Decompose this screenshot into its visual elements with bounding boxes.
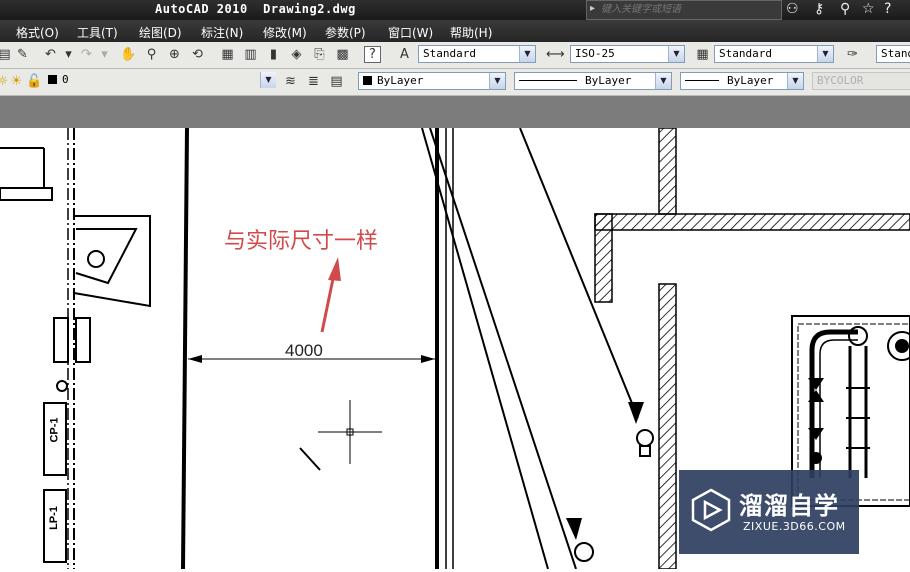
linetype-select[interactable]: ByLayer ▼ [514, 72, 672, 90]
chevron-down-icon[interactable]: ▼ [787, 73, 803, 89]
chevron-down-icon[interactable]: ▼ [489, 73, 505, 89]
multileader-style-value: Stand [881, 47, 910, 60]
plot-icon[interactable]: ✎ [14, 46, 31, 63]
pan-icon[interactable]: ✋ [120, 46, 137, 63]
publish-icon[interactable]: ▤ [0, 46, 13, 63]
title-bar: AutoCAD 2010 Drawing2.dwg ▸ ⚇ ⚷ ⚲ ☆ ? [0, 0, 910, 20]
make-current-icon[interactable]: ≋ [282, 73, 299, 90]
plot-style-select: BYCOLOR [812, 72, 910, 90]
layers-toolbar: ☼ ☀ 🔓 0 ▼ ≋ ≣ ▤ ByLayer ▼ ByLayer ▼ ByLa… [0, 69, 910, 96]
color-swatch [363, 76, 372, 85]
text-style-value: Standard [423, 47, 476, 60]
layer-states-icon[interactable]: ▤ [328, 73, 345, 90]
menu-format[interactable]: 格式(O) [16, 24, 59, 41]
lineweight-select[interactable]: ByLayer ▼ [680, 72, 804, 90]
redo-icon[interactable]: ↷ [78, 46, 95, 63]
color-current: ByLayer [363, 74, 423, 87]
search-box[interactable]: ▸ [586, 0, 782, 20]
dim-style-value: ISO-25 [575, 47, 615, 60]
layer-previous-icon[interactable]: ≣ [305, 73, 322, 90]
toolbar-dock-area [0, 96, 910, 128]
chevron-down-icon[interactable]: ▼ [817, 46, 833, 62]
markup-icon[interactable]: ⎘ [311, 46, 328, 63]
text-style-icon[interactable]: A [396, 46, 413, 63]
layer-current: 0 [48, 73, 69, 86]
redo-dropdown-icon[interactable]: ▾ [96, 46, 113, 63]
menu-window[interactable]: 窗口(W) [388, 24, 433, 41]
chevron-down-icon[interactable]: ▼ [655, 73, 671, 89]
menu-draw[interactable]: 绘图(D) [139, 24, 182, 41]
dimension-value: 4000 [285, 341, 323, 360]
color-value: ByLayer [377, 74, 424, 87]
linetype-current: ByLayer [519, 74, 631, 87]
tool-palettes-icon[interactable]: ▮ [265, 46, 282, 63]
calculator-icon[interactable]: ▩ [334, 46, 351, 63]
text-style-select[interactable]: Standard ▼ [418, 45, 536, 63]
equipment-tag: CP-1 [48, 417, 61, 443]
drawing-canvas[interactable]: 与实际尺寸一样 4000 CP-1 LP-1 溜溜自学 ZIXUE.3D66.C… [0, 127, 910, 570]
search-input[interactable] [601, 2, 777, 16]
dim-style-select[interactable]: ISO-25 ▼ [570, 45, 685, 63]
zoom-previous-icon[interactable]: ⟲ [189, 46, 206, 63]
lineweight-value: ByLayer [727, 74, 774, 87]
layer-lock-icon[interactable]: 🔓 [26, 73, 43, 90]
key-icon[interactable]: ⚷ [814, 1, 824, 17]
layer-select[interactable]: 0 ▼ [44, 72, 276, 90]
chevron-down-icon[interactable]: ▼ [668, 46, 684, 62]
standard-toolbar: ▤ ✎ ↶ ▾ ↷ ▾ ✋ ⚲ ⊕ ⟲ ▦ ▥ ▮ ◈ ⎘ ▩ ? A Stan… [0, 42, 910, 69]
multileader-style-icon[interactable]: ✑ [844, 46, 861, 63]
annotation-text: 与实际尺寸一样 [224, 229, 379, 254]
watermark-url: ZIXUE.3D66.COM [743, 520, 846, 533]
binoculars-icon[interactable]: ⚇ [786, 1, 799, 17]
watermark-name: 溜溜自学 [739, 492, 839, 520]
menu-bar: 格式(O) 工具(T) 绘图(D) 标注(N) 修改(M) 参数(P) 窗口(W… [0, 20, 910, 42]
expand-arrow-icon[interactable]: ▸ [590, 3, 595, 14]
table-style-icon[interactable]: ▦ [694, 46, 711, 63]
design-center-icon[interactable]: ▥ [242, 46, 259, 63]
star-icon[interactable]: ☆ [862, 1, 875, 17]
menu-help[interactable]: 帮助(H) [450, 24, 492, 41]
menu-parametric[interactable]: 参数(P) [325, 24, 366, 41]
zoom-window-icon[interactable]: ⊕ [166, 46, 183, 63]
undo-icon[interactable]: ↶ [42, 46, 59, 63]
lineweight-current: ByLayer [685, 74, 773, 87]
color-select[interactable]: ByLayer ▼ [358, 72, 506, 90]
linetype-value: ByLayer [585, 74, 632, 87]
play-logo-icon [691, 488, 731, 532]
menu-dimension[interactable]: 标注(N) [201, 24, 243, 41]
equipment-tag: LP-1 [47, 506, 60, 530]
lineweight-preview [685, 80, 719, 81]
multileader-style-select[interactable]: Stand [876, 45, 910, 63]
linetype-preview [519, 80, 577, 81]
layer-freeze-icon[interactable]: ☀ [8, 73, 25, 90]
layer-name: 0 [62, 73, 69, 86]
menu-modify[interactable]: 修改(M) [263, 24, 307, 41]
window-title: AutoCAD 2010 Drawing2.dwg [155, 2, 356, 16]
help-icon[interactable]: ? [884, 1, 891, 17]
table-style-select[interactable]: Standard ▼ [714, 45, 834, 63]
layer-color-swatch [48, 75, 57, 84]
properties-icon[interactable]: ▦ [219, 46, 236, 63]
plot-style-value: BYCOLOR [817, 74, 864, 87]
dim-style-icon[interactable]: ⟷ [546, 46, 565, 63]
table-style-value: Standard [719, 47, 772, 60]
help-button-icon[interactable]: ? [364, 46, 381, 63]
undo-dropdown-icon[interactable]: ▾ [60, 46, 77, 63]
chevron-down-icon[interactable]: ▼ [519, 46, 535, 62]
watermark: 溜溜自学 ZIXUE.3D66.COM [679, 470, 859, 554]
zoom-realtime-icon[interactable]: ⚲ [143, 46, 160, 63]
menu-tools[interactable]: 工具(T) [77, 24, 118, 41]
sheet-set-icon[interactable]: ◈ [288, 46, 305, 63]
chevron-down-icon[interactable]: ▼ [260, 72, 276, 88]
satellite-icon[interactable]: ⚲ [840, 1, 850, 17]
